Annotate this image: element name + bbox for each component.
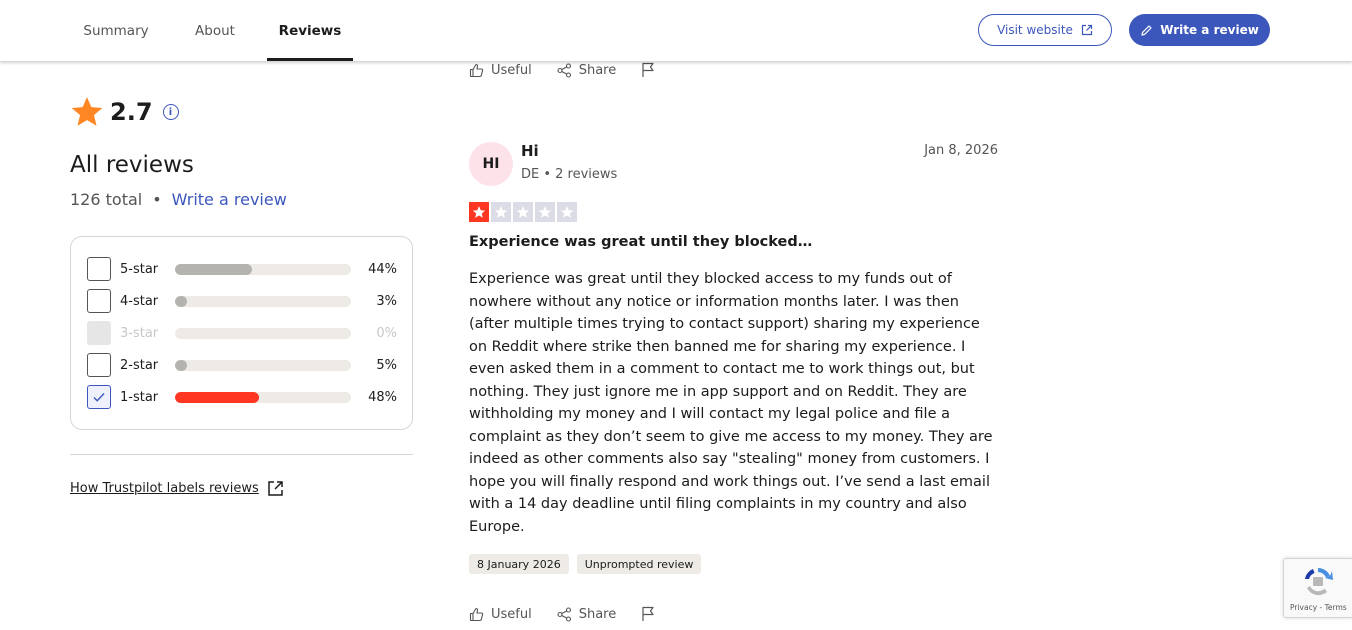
share-label: Share bbox=[578, 606, 617, 622]
write-review-link[interactable]: Write a review bbox=[172, 190, 287, 209]
reviewer-meta: DE • 2 reviews bbox=[521, 167, 618, 182]
useful-label: Useful bbox=[491, 606, 532, 622]
thumbs-up-icon bbox=[469, 607, 484, 621]
report-button[interactable] bbox=[641, 62, 655, 78]
checkbox-2-star[interactable] bbox=[87, 353, 111, 377]
star-icon bbox=[560, 206, 574, 218]
checkbox-5-star[interactable] bbox=[87, 257, 111, 281]
percent-bar-fill bbox=[175, 263, 253, 275]
previous-review-actions: Useful Share bbox=[469, 61, 680, 79]
useful-button[interactable]: Useful bbox=[469, 63, 532, 78]
top-nav: Summary About Reviews Visit website Writ… bbox=[0, 0, 1352, 61]
filter-percent: 48% bbox=[368, 389, 397, 405]
flag-icon bbox=[642, 606, 654, 621]
filter-percent: 44% bbox=[368, 261, 397, 277]
percent-bar-track bbox=[175, 359, 351, 371]
checkbox-1-star[interactable] bbox=[87, 385, 111, 409]
review-title[interactable]: Experience was great until they blocked… bbox=[469, 234, 812, 250]
filter-label: 4-star bbox=[120, 293, 159, 309]
rating-value: 2.7 bbox=[110, 98, 153, 126]
share-label: Share bbox=[578, 62, 617, 78]
filter-label: 2-star bbox=[120, 357, 159, 373]
review-date-tag: 8 January 2026 bbox=[469, 554, 569, 574]
percent-bar-fill bbox=[175, 295, 187, 307]
share-button[interactable]: Share bbox=[557, 606, 617, 622]
star-icon bbox=[494, 206, 508, 218]
review-actions: Useful Share bbox=[469, 605, 680, 623]
write-review-button[interactable]: Write a review bbox=[1129, 14, 1270, 46]
percent-bar-track bbox=[175, 263, 351, 275]
percent-bar-track bbox=[175, 295, 351, 307]
how-trustpilot-labels-link[interactable]: How Trustpilot labels reviews bbox=[70, 480, 284, 497]
separator-dot: • bbox=[152, 190, 162, 209]
tab-about[interactable]: About bbox=[186, 0, 244, 61]
tab-reviews[interactable]: Reviews bbox=[267, 0, 353, 61]
write-review-label: Write a review bbox=[1160, 23, 1259, 37]
rating-star bbox=[469, 202, 489, 222]
review-tags: 8 January 2026 Unprompted review bbox=[469, 554, 702, 574]
recaptcha-terms[interactable]: Privacy - Terms bbox=[1290, 603, 1347, 612]
star-filter-panel: 5-star 44% 4-star 3% 3-star 0% 2-star 5%… bbox=[70, 236, 413, 430]
all-reviews-heading: All reviews bbox=[70, 152, 194, 178]
filter-row-4-star[interactable]: 4-star 3% bbox=[87, 289, 399, 313]
share-button[interactable]: Share bbox=[557, 62, 617, 78]
filter-label: 5-star bbox=[120, 261, 159, 277]
checkbox-3-star bbox=[87, 321, 111, 345]
external-link-icon bbox=[1081, 24, 1093, 36]
recaptcha-logo-icon bbox=[1305, 568, 1333, 596]
pencil-icon bbox=[1141, 24, 1152, 36]
checkmark-icon bbox=[93, 393, 105, 402]
labels-link-text: How Trustpilot labels reviews bbox=[70, 481, 259, 496]
rating-star bbox=[513, 202, 533, 222]
recaptcha-badge[interactable]: Privacy - Terms bbox=[1283, 558, 1352, 618]
filter-row-3-star: 3-star 0% bbox=[87, 321, 399, 345]
visit-website-label: Visit website bbox=[997, 23, 1073, 37]
filter-percent: 3% bbox=[376, 293, 397, 309]
filter-row-5-star[interactable]: 5-star 44% bbox=[87, 257, 399, 281]
flag-icon bbox=[642, 62, 654, 77]
percent-bar-fill bbox=[175, 391, 260, 403]
filter-row-2-star[interactable]: 2-star 5% bbox=[87, 353, 399, 377]
rating-star bbox=[491, 202, 511, 222]
overall-rating: 2.7 i bbox=[70, 94, 179, 130]
share-icon bbox=[557, 606, 571, 622]
review-total-row: 126 total • Write a review bbox=[70, 190, 287, 209]
useful-label: Useful bbox=[491, 62, 532, 78]
unprompted-review-tag[interactable]: Unprompted review bbox=[576, 554, 702, 574]
review-body: Experience was great until they blocked … bbox=[469, 271, 993, 535]
filter-label: 1-star bbox=[120, 389, 159, 405]
useful-button[interactable]: Useful bbox=[469, 607, 532, 622]
info-icon[interactable]: i bbox=[162, 104, 179, 120]
checkbox-4-star[interactable] bbox=[87, 289, 111, 313]
thumbs-up-icon bbox=[469, 63, 484, 77]
review-star-rating bbox=[469, 202, 577, 222]
star-icon bbox=[538, 206, 552, 218]
share-icon bbox=[557, 62, 571, 78]
filter-percent: 0% bbox=[376, 325, 397, 341]
percent-bar-track bbox=[175, 327, 351, 339]
review-date: Jan 8, 2026 bbox=[924, 143, 998, 158]
review-total: 126 total bbox=[70, 190, 143, 209]
star-icon bbox=[71, 97, 103, 126]
visit-website-button[interactable]: Visit website bbox=[978, 14, 1112, 46]
reviewer-name[interactable]: Hi bbox=[521, 142, 539, 160]
percent-bar-track bbox=[175, 391, 351, 403]
star-icon bbox=[472, 206, 486, 218]
rating-star bbox=[535, 202, 555, 222]
rating-star bbox=[557, 202, 577, 222]
filter-label: 3-star bbox=[120, 325, 159, 341]
tab-summary[interactable]: Summary bbox=[78, 0, 154, 61]
filter-row-1-star[interactable]: 1-star 48% bbox=[87, 385, 399, 409]
report-button[interactable] bbox=[641, 606, 655, 622]
external-link-icon bbox=[268, 481, 283, 496]
filter-percent: 5% bbox=[376, 357, 397, 373]
star-icon bbox=[516, 206, 530, 218]
avatar[interactable]: HI bbox=[469, 142, 513, 186]
percent-bar-fill bbox=[175, 359, 187, 371]
divider bbox=[70, 454, 413, 455]
